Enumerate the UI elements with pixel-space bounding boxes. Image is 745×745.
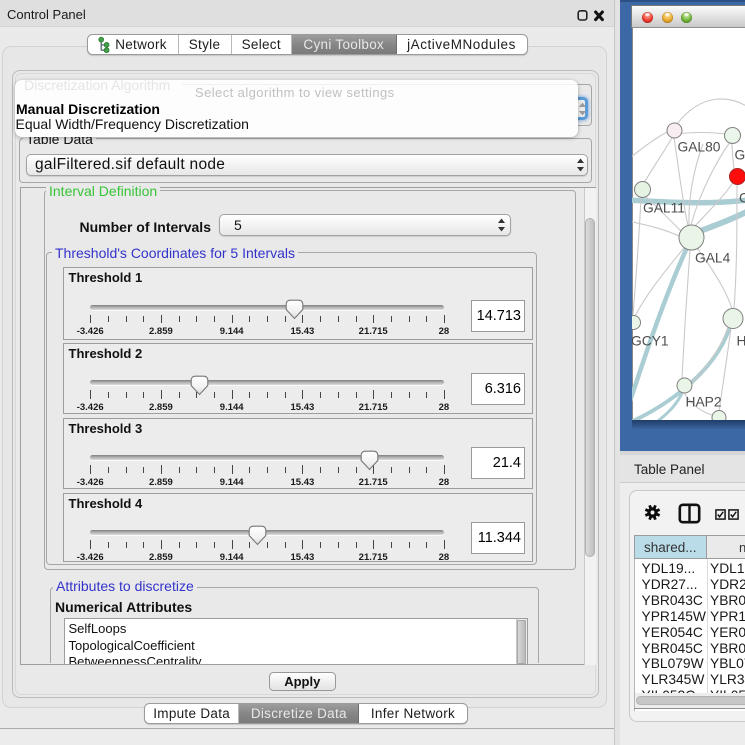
svg-text:HAP2: HAP2 xyxy=(686,395,722,410)
svg-text:C: C xyxy=(739,191,745,206)
svg-text:GAL4: GAL4 xyxy=(695,251,731,266)
svg-text:GA: GA xyxy=(735,148,745,163)
svg-text:H: H xyxy=(737,334,745,349)
svg-text:GCY1: GCY1 xyxy=(632,334,669,349)
svg-text:GAL80: GAL80 xyxy=(678,140,721,155)
svg-text:GAL11: GAL11 xyxy=(643,201,685,216)
